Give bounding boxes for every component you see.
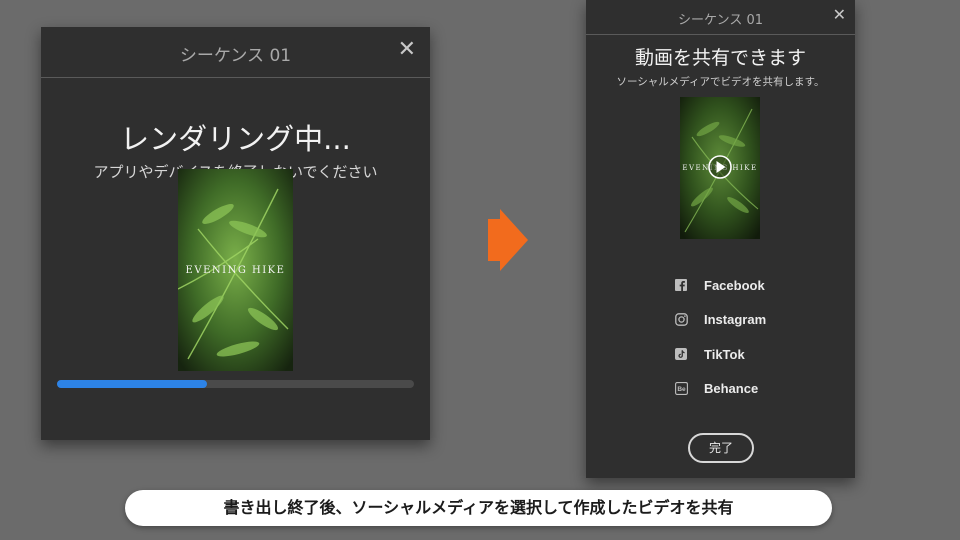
share-dialog: シーケンス 01 ✕ 動画を共有できます ソーシャルメディアでビデオを共有します… xyxy=(586,0,855,478)
facebook-icon xyxy=(674,278,688,292)
close-icon[interactable]: ✕ xyxy=(833,7,846,23)
close-icon[interactable]: ✕ xyxy=(398,39,416,61)
caption-banner: 書き出し終了後、ソーシャルメディアを選択して作成したビデオを共有 xyxy=(125,490,832,526)
done-button[interactable]: 完了 xyxy=(688,433,754,463)
behance-icon: Be xyxy=(674,382,688,396)
share-heading: 動画を共有できます xyxy=(634,47,806,69)
share-subtitle: ソーシャルメディアでビデオを共有します。 xyxy=(616,76,825,88)
instagram-icon xyxy=(674,313,688,327)
rendering-dialog: シーケンス 01 ✕ レンダリング中... アプリやデバイスを終了しないでくださ… xyxy=(41,27,430,440)
share-item-label: Instagram xyxy=(704,312,767,328)
dialog-title: シーケンス 01 xyxy=(677,13,764,28)
share-item-tiktok[interactable]: TikTok xyxy=(674,337,834,372)
share-item-label: Facebook xyxy=(704,277,765,293)
dialog-header: シーケンス 01 ✕ xyxy=(586,0,855,35)
share-item-behance[interactable]: Be Behance xyxy=(674,372,834,407)
progress-bar xyxy=(57,380,414,388)
play-icon[interactable] xyxy=(708,155,732,179)
share-options-list: Facebook Instagram TikTok Be Behance xyxy=(674,268,834,406)
share-item-instagram[interactable]: Instagram xyxy=(674,303,834,338)
video-thumbnail: EVENING HIKE xyxy=(178,169,293,371)
dialog-title: シーケンス 01 xyxy=(179,46,292,66)
share-item-facebook[interactable]: Facebook xyxy=(674,268,834,303)
arrow-right-icon xyxy=(488,209,528,271)
svg-text:Be: Be xyxy=(677,386,686,393)
share-item-label: Behance xyxy=(704,381,759,397)
tiktok-icon xyxy=(674,347,688,361)
thumbnail-title: EVENING HIKE xyxy=(186,265,286,276)
rendering-heading: レンダリング中... xyxy=(120,122,351,156)
video-preview[interactable]: EVENING HIKE xyxy=(680,97,760,239)
dialog-header: シーケンス 01 ✕ xyxy=(41,27,430,78)
share-item-label: TikTok xyxy=(704,346,745,362)
progress-fill xyxy=(57,380,207,388)
